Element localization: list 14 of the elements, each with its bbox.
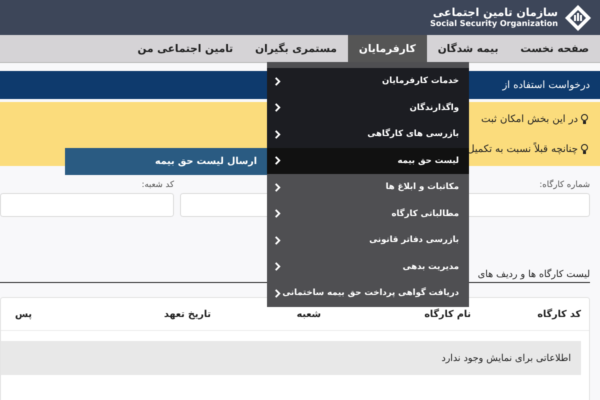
- logo-title: سازمان تامین اجتماعی: [432, 6, 558, 19]
- banner-title: درخواست استفاده از: [502, 80, 590, 90]
- field-label: شماره کارگاه:: [539, 180, 590, 190]
- column-header: شعبه: [296, 308, 321, 320]
- column-header: نام کارگاه: [423, 308, 471, 320]
- notice-text: چنانچه قبلاً نسبت به تکمیل: [467, 144, 578, 154]
- column-header: کد کارگاه: [536, 308, 581, 320]
- field-label: کد شعبه:: [142, 180, 174, 190]
- empty-message: اطلاعاتی برای نمایش وجود ندارد: [441, 352, 571, 364]
- column-header: تاریخ تعهد: [162, 308, 211, 320]
- column-header: پس: [15, 308, 32, 320]
- list-title: لیست کارگاه ها و ردیف های: [478, 269, 590, 280]
- logo-subtitle: Social Security Organization: [430, 19, 558, 29]
- notice-text: در این بخش امکان ثبت: [481, 114, 578, 124]
